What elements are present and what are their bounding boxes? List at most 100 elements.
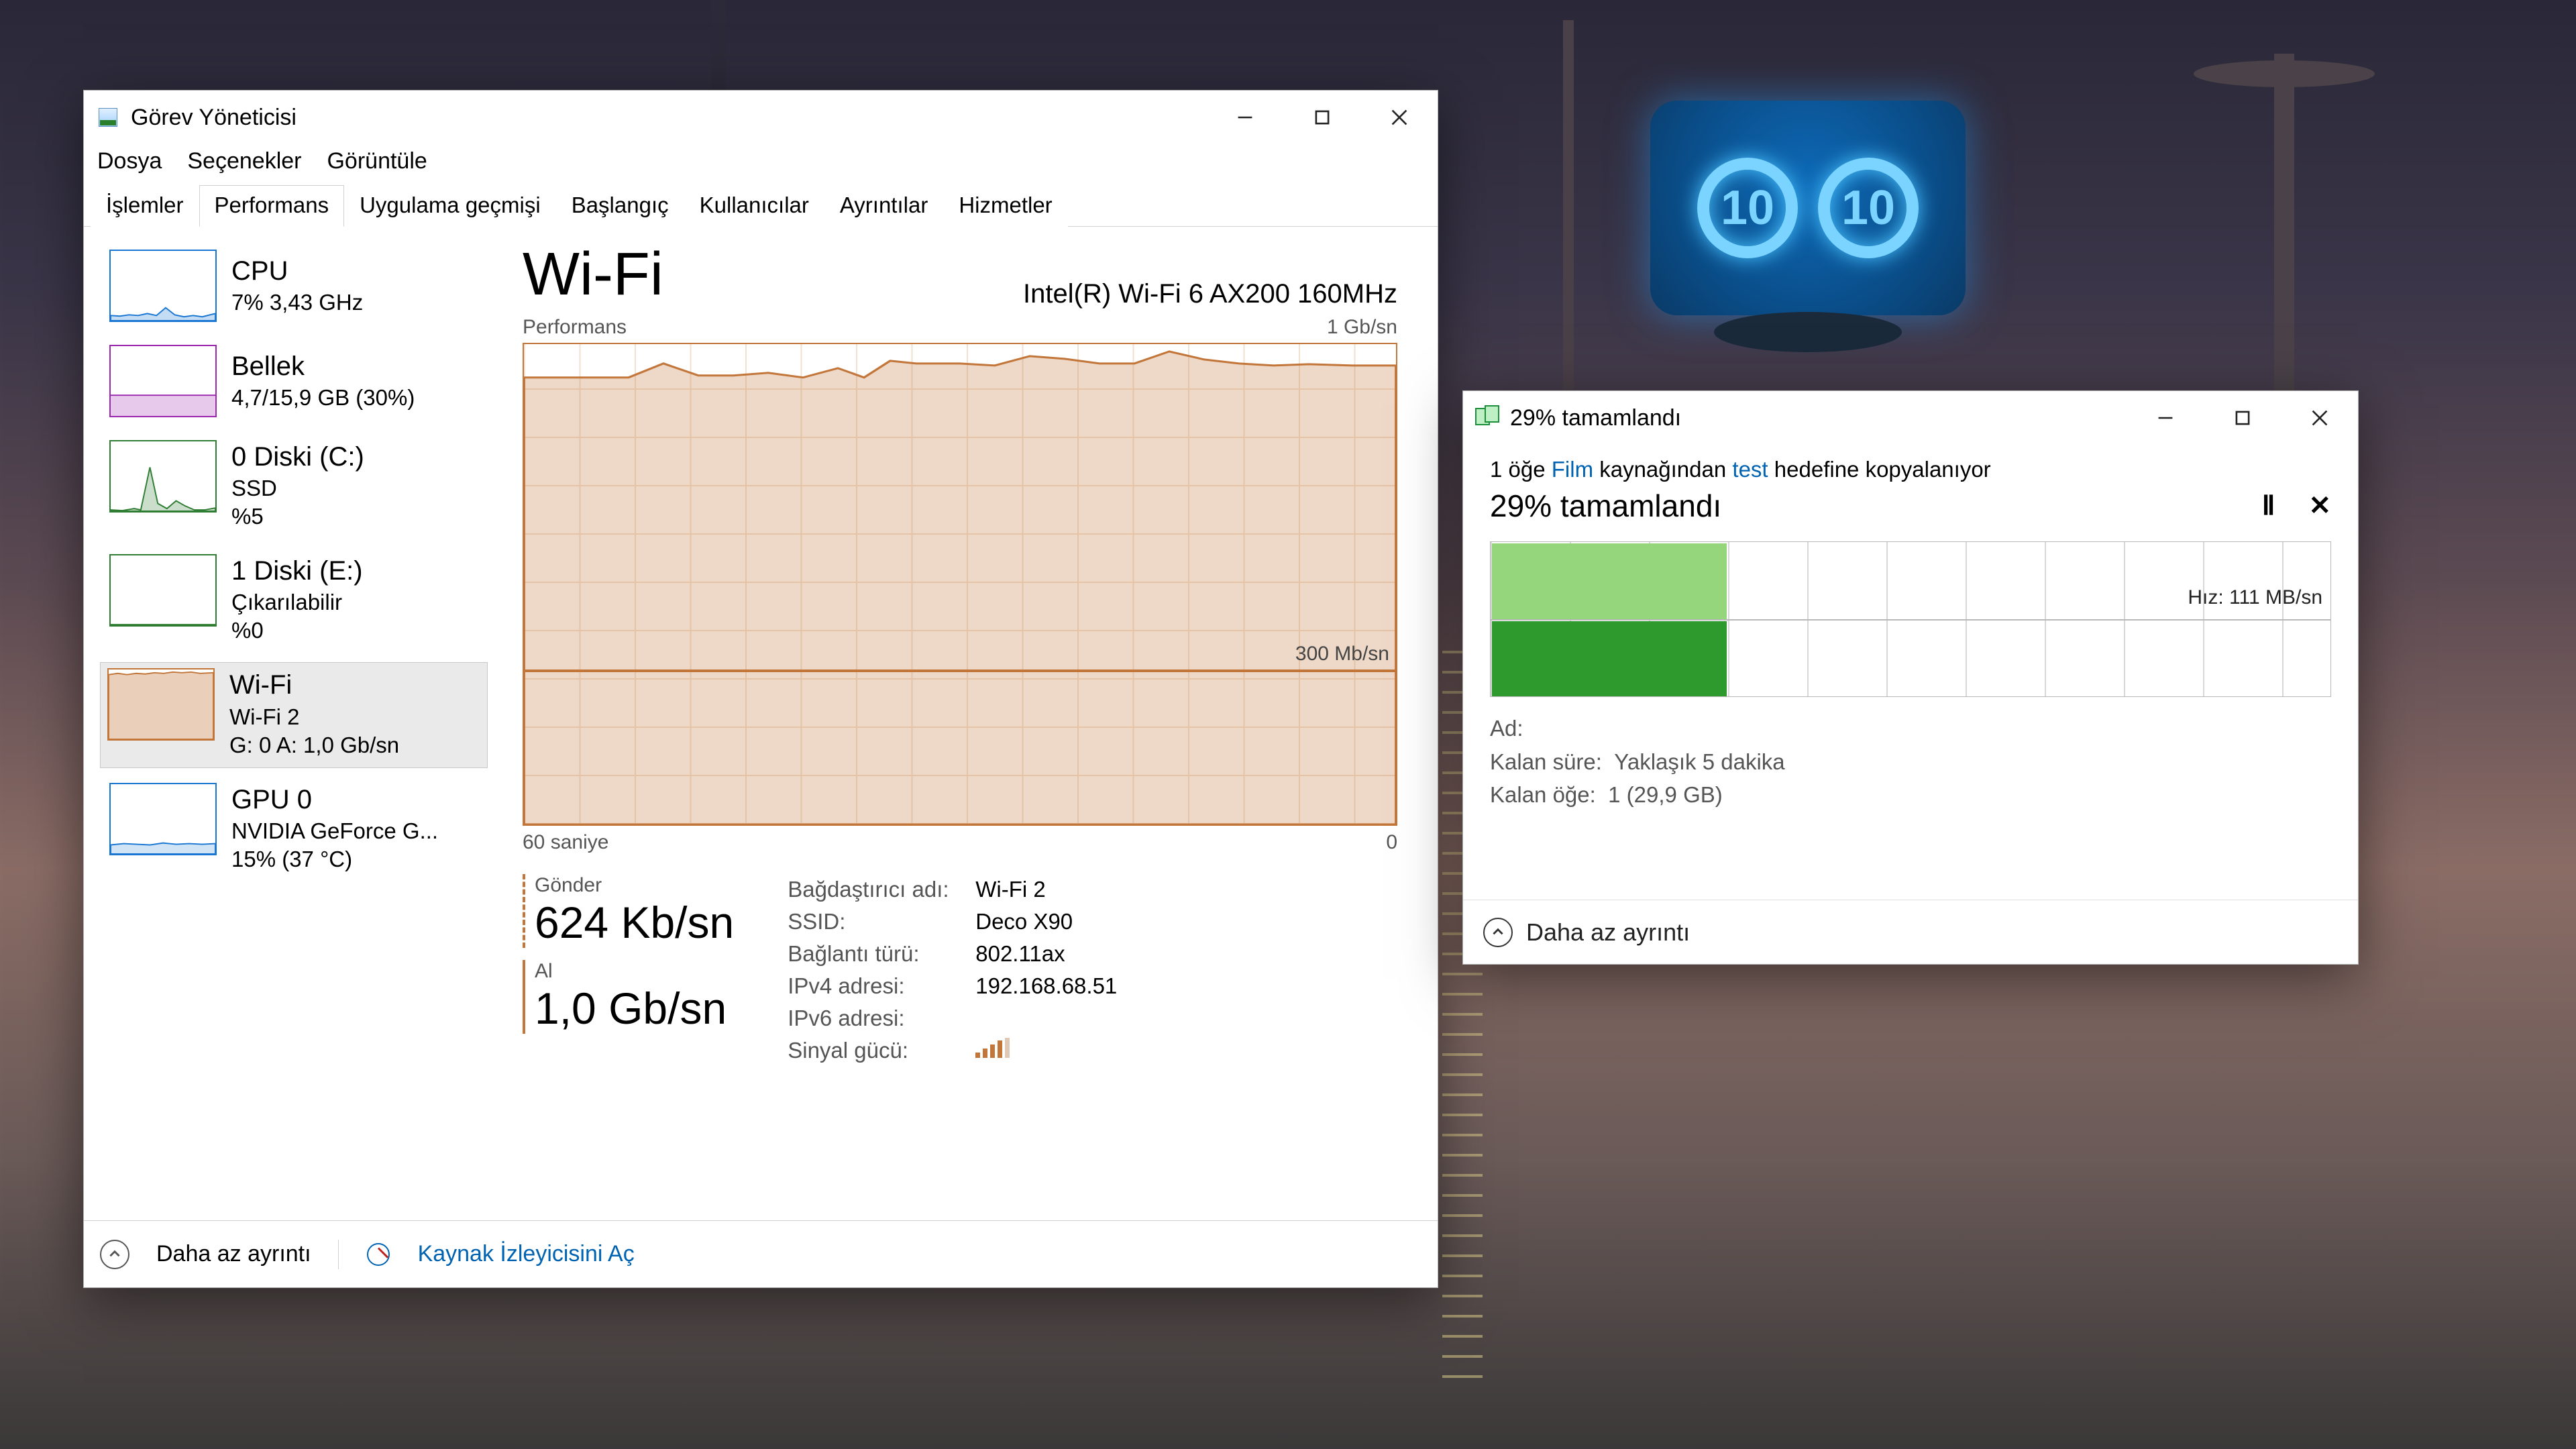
spark-disk0 bbox=[109, 440, 217, 513]
main-heading: Wi-Fi bbox=[523, 240, 663, 309]
close-button[interactable] bbox=[2281, 391, 2358, 445]
threshold-label: 300 Mb/sn bbox=[1295, 643, 1389, 665]
copy-meta: Ad: Kalan süre: Yaklaşık 5 dakika Kalan … bbox=[1490, 712, 2331, 812]
window-title: 29% tamamlandı bbox=[1510, 405, 1681, 431]
minimize-button[interactable] bbox=[1206, 91, 1283, 144]
minimize-button[interactable] bbox=[2127, 391, 2204, 445]
fewer-details-link[interactable]: Daha az ayrıntı bbox=[1526, 918, 1690, 947]
adapter-label: Intel(R) Wi-Fi 6 AX200 160MHz bbox=[1023, 279, 1397, 309]
window-title: Görev Yöneticisi bbox=[131, 105, 297, 131]
task-manager-window: Görev Yöneticisi Dosya Seçenekler Görünt… bbox=[83, 90, 1438, 1288]
perf-sidebar: CPU 7% 3,43 GHz Bellek 4,7/15,9 GB (30%) bbox=[84, 227, 496, 1222]
disk1-sub2: %0 bbox=[231, 616, 363, 645]
spark-cpu bbox=[109, 250, 217, 322]
signal-bars-icon bbox=[975, 1038, 1117, 1063]
resource-monitor-icon bbox=[366, 1242, 391, 1267]
copy-dialog-window: 29% tamamlandı 1 öğe Film kaynağından te… bbox=[1462, 390, 2359, 965]
ipv6-v bbox=[975, 1006, 1117, 1031]
tab-users[interactable]: Kullanıcılar bbox=[684, 185, 824, 227]
x-right: 0 bbox=[1386, 831, 1397, 854]
spark-gpu bbox=[109, 783, 217, 855]
copy-source-link[interactable]: Film bbox=[1552, 457, 1593, 482]
wifi-sub2: G: 0 A: 1,0 Gb/sn bbox=[229, 731, 399, 759]
collapse-chevron-icon[interactable] bbox=[100, 1240, 129, 1269]
gpu-sub: NVIDIA GeForce G... bbox=[231, 817, 438, 845]
titlebar[interactable]: 29% tamamlandı bbox=[1463, 391, 2358, 445]
tabstrip: İşlemler Performans Uygulama geçmişi Baş… bbox=[84, 185, 1438, 227]
sidebar-item-disk1[interactable]: 1 Diski (E:) Çıkarılabilir %0 bbox=[100, 549, 488, 653]
cpu-sub: 7% 3,43 GHz bbox=[231, 288, 363, 317]
tab-processes[interactable]: İşlemler bbox=[91, 185, 199, 227]
sidebar-item-gpu[interactable]: GPU 0 NVIDIA GeForce G... 15% (37 °C) bbox=[100, 777, 488, 882]
gpu-sub2: 15% (37 °C) bbox=[231, 845, 438, 873]
recv-label: Al bbox=[535, 960, 734, 983]
tab-startup[interactable]: Başlangıç bbox=[556, 185, 684, 227]
sidebar-item-wifi[interactable]: Wi-Fi Wi-Fi 2 G: 0 A: 1,0 Gb/sn bbox=[100, 662, 488, 768]
tab-services[interactable]: Hizmetler bbox=[943, 185, 1067, 227]
open-resource-monitor-link[interactable]: Kaynak İzleyicisini Aç bbox=[418, 1241, 635, 1267]
collapse-chevron-icon[interactable] bbox=[1483, 918, 1513, 947]
maximize-button[interactable] bbox=[2204, 391, 2281, 445]
conn-type-k: Bağlantı türü: bbox=[788, 941, 975, 967]
sidebar-item-memory[interactable]: Bellek 4,7/15,9 GB (30%) bbox=[100, 339, 488, 425]
task-manager-icon bbox=[96, 105, 120, 129]
wallpaper-badge: 10 bbox=[1818, 158, 1919, 258]
ipv4-v: 192.168.68.51 bbox=[975, 973, 1117, 999]
graph-ylabel: Performans bbox=[523, 316, 627, 339]
separator bbox=[338, 1240, 339, 1269]
menu-options[interactable]: Seçenekler bbox=[187, 148, 301, 174]
wallpaper-badge: 10 bbox=[1697, 158, 1798, 258]
copy-description: 1 öğe Film kaynağından test hedefine kop… bbox=[1490, 457, 2331, 482]
adapter-name-k: Bağdaştırıcı adı: bbox=[788, 877, 975, 902]
disk0-sub2: %5 bbox=[231, 502, 364, 531]
graph-ymax: 1 Gb/sn bbox=[1327, 316, 1397, 339]
adapter-name-v: Wi-Fi 2 bbox=[975, 877, 1117, 902]
menubar: Dosya Seçenekler Görüntüle bbox=[84, 144, 1438, 185]
x-left: 60 saniye bbox=[523, 831, 608, 854]
tab-details[interactable]: Ayrıntılar bbox=[824, 185, 943, 227]
wifi-title: Wi-Fi bbox=[229, 668, 399, 702]
ipv6-k: IPv6 adresi: bbox=[788, 1006, 975, 1031]
wifi-throughput-chart[interactable]: 300 Mb/sn bbox=[523, 343, 1397, 826]
spark-wifi bbox=[107, 668, 215, 741]
maximize-button[interactable] bbox=[1283, 91, 1360, 144]
menu-view[interactable]: Görüntüle bbox=[327, 148, 427, 174]
task-manager-footer: Daha az ayrıntı Kaynak İzleyicisini Aç bbox=[84, 1220, 1438, 1287]
perf-main: Wi-Fi Intel(R) Wi-Fi 6 AX200 160MHz Perf… bbox=[496, 227, 1438, 1222]
cpu-title: CPU bbox=[231, 254, 363, 288]
wifi-sub: Wi-Fi 2 bbox=[229, 703, 399, 731]
ipv4-k: IPv4 adresi: bbox=[788, 973, 975, 999]
gpu-title: GPU 0 bbox=[231, 783, 438, 817]
send-label: Gönder bbox=[535, 874, 734, 897]
sidebar-item-cpu[interactable]: CPU 7% 3,43 GHz bbox=[100, 244, 488, 330]
disk0-title: 0 Diski (C:) bbox=[231, 440, 364, 474]
disk1-sub: Çıkarılabilir bbox=[231, 588, 363, 616]
tab-performance[interactable]: Performans bbox=[199, 185, 345, 227]
ssid-v: Deco X90 bbox=[975, 909, 1117, 934]
close-button[interactable] bbox=[1360, 91, 1438, 144]
menu-file[interactable]: Dosya bbox=[97, 148, 162, 174]
disk1-title: 1 Diski (E:) bbox=[231, 554, 363, 588]
disk0-sub: SSD bbox=[231, 474, 364, 502]
recv-value: 1,0 Gb/sn bbox=[535, 983, 734, 1034]
spark-disk1 bbox=[109, 554, 217, 627]
spark-mem bbox=[109, 345, 217, 417]
cancel-button[interactable]: ✕ bbox=[2308, 490, 2331, 521]
copy-dest-link[interactable]: test bbox=[1732, 457, 1768, 482]
send-value: 624 Kb/sn bbox=[535, 897, 734, 948]
titlebar[interactable]: Görev Yöneticisi bbox=[84, 91, 1438, 144]
sidebar-item-disk0[interactable]: 0 Diski (C:) SSD %5 bbox=[100, 435, 488, 539]
signal-k: Sinyal gücü: bbox=[788, 1038, 975, 1063]
conn-type-v: 802.11ax bbox=[975, 941, 1117, 967]
wifi-info: Bağdaştırıcı adı: Wi-Fi 2 SSID: Deco X90… bbox=[788, 877, 1117, 1063]
copy-speed-chart[interactable]: Hız: 111 MB/sn bbox=[1490, 541, 2331, 697]
copy-footer: Daha az ayrıntı bbox=[1463, 900, 2358, 964]
pause-button[interactable]: Ⅱ bbox=[2262, 490, 2275, 521]
fewer-details-link[interactable]: Daha az ayrıntı bbox=[156, 1241, 311, 1267]
tab-app-history[interactable]: Uygulama geçmişi bbox=[344, 185, 556, 227]
copy-speed-label: Hız: 111 MB/sn bbox=[2188, 586, 2322, 609]
copy-icon bbox=[1475, 405, 1499, 431]
mem-title: Bellek bbox=[231, 350, 415, 384]
mem-sub: 4,7/15,9 GB (30%) bbox=[231, 384, 415, 412]
copy-status: 29% tamamlandı bbox=[1490, 488, 1721, 524]
